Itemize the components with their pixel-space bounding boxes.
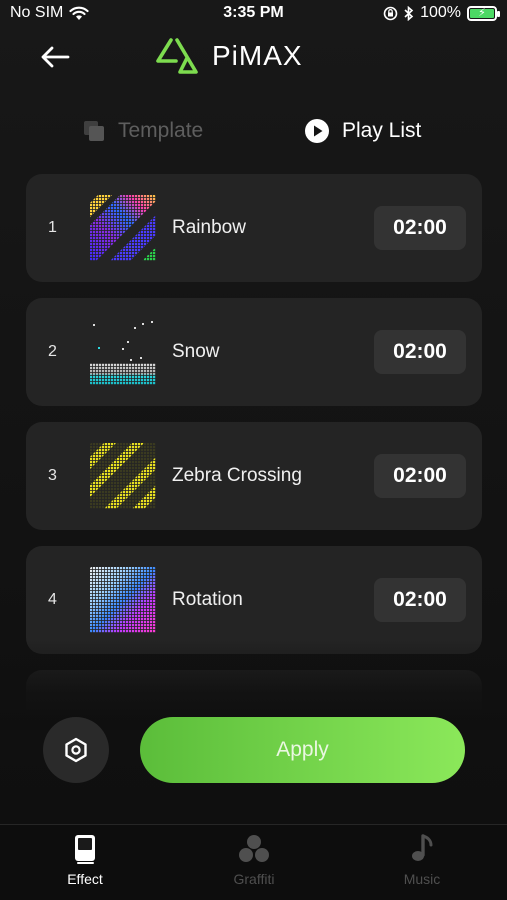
effect-icon	[75, 835, 95, 864]
nav-music-label: Music	[403, 871, 441, 887]
duration-button[interactable]: 02:00	[374, 330, 466, 374]
nav-graffiti-label: Graffiti	[233, 871, 275, 887]
nav-effect[interactable]: Effect	[30, 833, 140, 893]
item-index: 3	[48, 467, 57, 484]
play-circle-icon	[305, 119, 329, 143]
battery-percent: 100%	[420, 4, 461, 21]
list-item[interactable]: 1 Rainbow 02:00	[26, 174, 482, 282]
duration-button[interactable]: 02:00	[374, 206, 466, 250]
item-index: 2	[48, 343, 57, 360]
hexagon-settings-icon	[65, 737, 87, 763]
orientation-lock-icon	[383, 6, 398, 20]
item-index: 1	[48, 219, 57, 236]
duration-button[interactable]: 02:00	[374, 454, 466, 498]
apply-button[interactable]: Apply	[140, 717, 465, 783]
nav-graffiti[interactable]: Graffiti	[199, 833, 309, 893]
status-bar: No SIM 3:35 PM 100% ⚡	[0, 0, 507, 26]
duration-button[interactable]: 02:00	[374, 578, 466, 622]
battery-icon: ⚡	[467, 5, 500, 21]
item-name: Rainbow	[172, 217, 246, 238]
rainbow-thumbnail	[90, 195, 156, 261]
view-tabs: Template Play List	[0, 108, 507, 154]
item-name: Snow	[172, 341, 220, 362]
tab-template-label: Template	[118, 119, 204, 142]
template-icon	[84, 121, 104, 141]
header: PiMAX	[0, 30, 507, 84]
tab-play-list-label: Play List	[342, 119, 422, 142]
bluetooth-icon	[404, 5, 414, 21]
list-item[interactable]: 2 Snow 02:00	[26, 298, 482, 406]
list-item[interactable]: 4 Rotation 02:00	[26, 546, 482, 654]
app-screen: No SIM 3:35 PM 100% ⚡ PiMAX Template Pla…	[0, 0, 507, 900]
settings-button[interactable]	[43, 717, 109, 783]
brand-name: PiMAX	[212, 40, 303, 71]
playlist: 1 Rainbow 02:00 2 Snow 02:00 3 Zebra Cro…	[26, 174, 482, 714]
tab-play-list[interactable]: Play List	[304, 108, 421, 154]
nav-effect-label: Effect	[67, 871, 103, 887]
nav-music[interactable]: Music	[367, 833, 477, 893]
bottom-nav: Effect Graffiti Music	[0, 824, 507, 900]
music-note-icon	[412, 834, 433, 861]
item-name: Zebra Crossing	[172, 465, 302, 486]
snow-thumbnail	[90, 321, 156, 385]
status-right: 100% ⚡	[383, 4, 500, 22]
list-item[interactable]: 3 Zebra Crossing 02:00	[26, 422, 482, 530]
arrow-left-icon	[41, 46, 70, 68]
brand-logo: PiMAX	[154, 36, 303, 76]
rotation-thumbnail	[90, 567, 156, 633]
graffiti-icon	[239, 835, 269, 862]
zebra-crossing-thumbnail	[90, 443, 156, 509]
pimax-logo-icon	[156, 38, 198, 74]
tab-template[interactable]: Template	[82, 108, 203, 154]
back-button[interactable]	[38, 42, 72, 72]
item-name: Rotation	[172, 589, 243, 610]
item-index: 4	[48, 591, 57, 608]
